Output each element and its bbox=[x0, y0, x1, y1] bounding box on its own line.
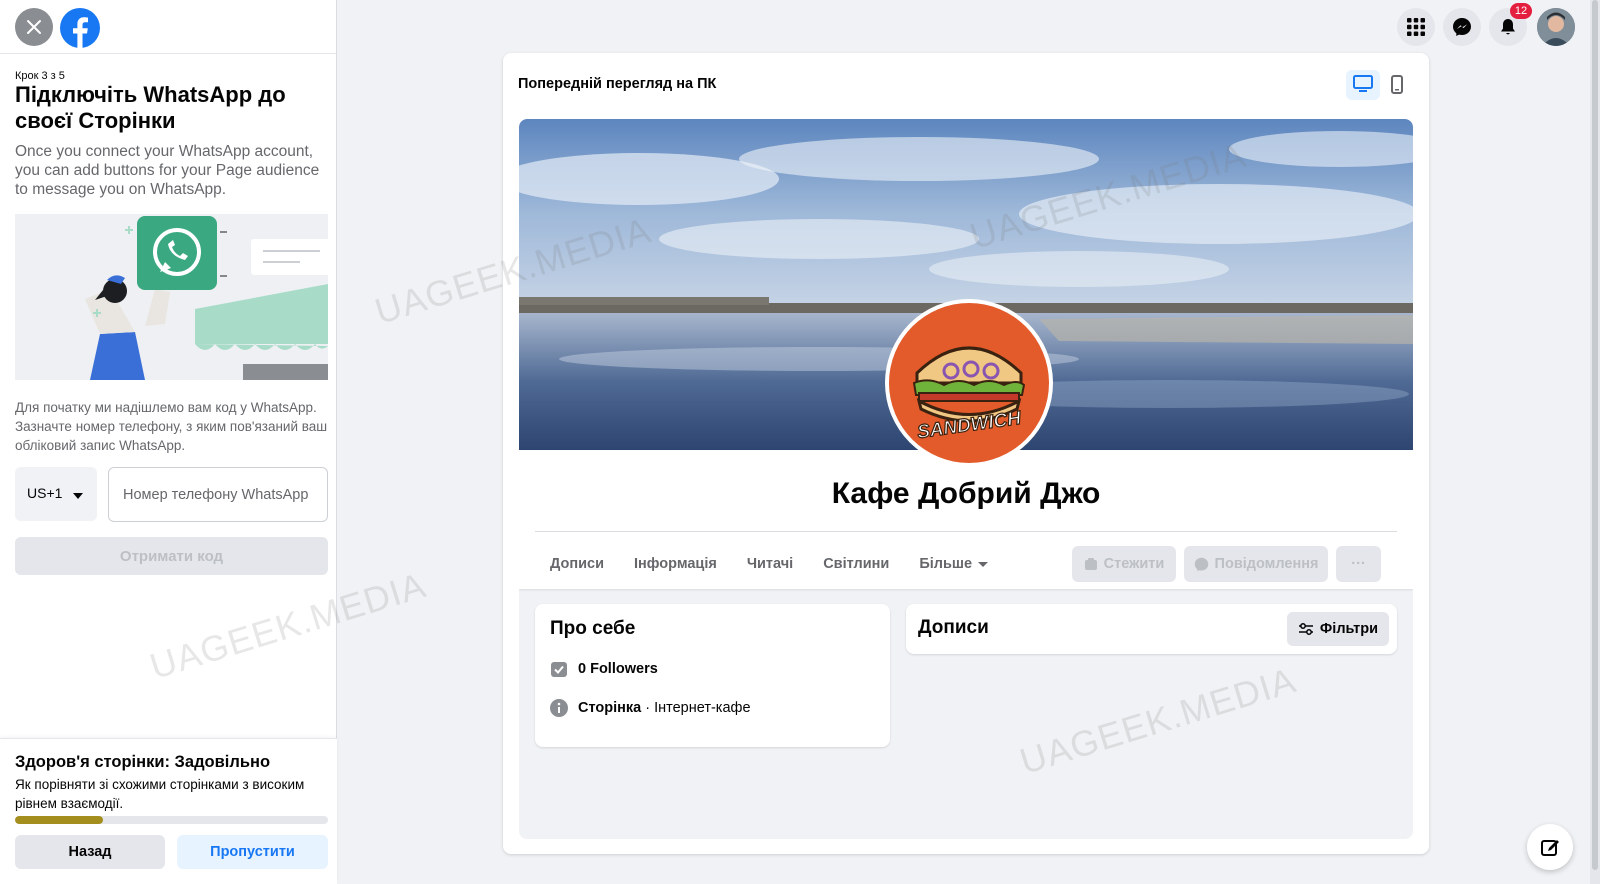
account-avatar[interactable] bbox=[1537, 8, 1575, 46]
phone-number-input[interactable] bbox=[108, 467, 328, 522]
messenger-button[interactable] bbox=[1443, 8, 1481, 46]
mobile-icon bbox=[1391, 75, 1403, 94]
filters-icon bbox=[1298, 623, 1313, 635]
page-health-card: Здоров'я сторінки: Задовільно Як порівня… bbox=[0, 738, 337, 884]
page-health-progress-bar bbox=[15, 816, 328, 824]
tab-followers[interactable]: Читачі bbox=[732, 546, 808, 582]
compose-icon bbox=[1541, 840, 1559, 856]
desktop-preview-toggle[interactable] bbox=[1346, 70, 1380, 100]
mobile-preview-toggle[interactable] bbox=[1381, 70, 1415, 100]
page-tabs: Дописи Інформація Читачі Світлини Більше bbox=[535, 546, 1003, 582]
page-category: · Інтернет-кафе bbox=[641, 700, 751, 716]
followers-count: 0 Followers bbox=[578, 661, 658, 677]
followers-row: 0 Followers bbox=[550, 660, 658, 678]
step-indicator: Крок 3 з 5 bbox=[15, 70, 65, 82]
bell-icon bbox=[1501, 19, 1515, 35]
filters-button[interactable]: Фільтри bbox=[1287, 612, 1389, 646]
facebook-logo-icon[interactable] bbox=[60, 8, 100, 48]
followers-check-icon bbox=[551, 662, 567, 677]
message-button[interactable]: Повідомлення bbox=[1184, 546, 1328, 582]
back-button[interactable]: Назад bbox=[15, 835, 165, 869]
tab-more[interactable]: Більше bbox=[904, 546, 1003, 582]
close-button[interactable] bbox=[15, 8, 53, 46]
phone-instructions: Для початку ми надішлемо вам код у Whats… bbox=[15, 400, 328, 453]
desktop-icon bbox=[1353, 75, 1373, 92]
close-icon bbox=[27, 20, 41, 34]
posts-title: Дописи bbox=[918, 617, 989, 638]
caret-down-icon bbox=[978, 561, 989, 567]
scrollbar-thumb[interactable] bbox=[1592, 0, 1598, 870]
country-code-value: US+1 bbox=[27, 485, 63, 501]
filters-label: Фільтри bbox=[1319, 621, 1379, 637]
page-health-title: Здоров'я сторінки: Задовільно bbox=[15, 753, 271, 771]
about-title: Про себе bbox=[550, 618, 636, 639]
tab-posts[interactable]: Дописи bbox=[535, 546, 619, 582]
follow-button[interactable]: Стежити bbox=[1072, 546, 1176, 582]
country-code-select[interactable]: US+1 bbox=[15, 467, 97, 521]
setup-wizard-panel: Крок 3 з 5 Підключіть WhatsApp до своєї … bbox=[0, 0, 337, 884]
profile-picture[interactable]: SANDWICH bbox=[885, 299, 1053, 467]
follow-icon bbox=[1084, 558, 1097, 570]
messenger-icon bbox=[1453, 18, 1471, 36]
tab-about[interactable]: Інформація bbox=[619, 546, 732, 582]
page-type-label: Сторінка bbox=[578, 700, 642, 716]
about-card: Про себе 0 Followers Сторінка · Інтернет… bbox=[535, 604, 890, 747]
tab-more-label: Більше bbox=[919, 556, 973, 572]
wizard-description: Once you connect your WhatsApp account, … bbox=[15, 143, 320, 198]
page-category-row: Сторінка · Інтернет-кафе bbox=[550, 699, 751, 717]
page-health-progress-fill bbox=[15, 816, 103, 824]
menu-button[interactable] bbox=[1397, 8, 1435, 46]
message-label: Повідомлення bbox=[1214, 556, 1319, 572]
new-message-button[interactable] bbox=[1527, 824, 1573, 870]
get-code-button[interactable]: Отримати код bbox=[15, 537, 328, 575]
posts-card: Дописи Фільтри bbox=[906, 604, 1397, 654]
grid-menu-icon bbox=[1407, 18, 1425, 36]
page-health-description: Як порівняти зі схожими сторінками з вис… bbox=[15, 777, 305, 811]
skip-button[interactable]: Пропустити bbox=[177, 835, 328, 869]
page-name: Кафе Добрий Джо bbox=[831, 477, 1101, 510]
whatsapp-illustration bbox=[15, 214, 328, 380]
page-preview-card: Попередній перегляд на ПК SANDWICH Кафе … bbox=[503, 53, 1429, 854]
wizard-header bbox=[0, 0, 336, 54]
follow-label: Стежити bbox=[1103, 556, 1165, 572]
header-divider bbox=[535, 531, 1397, 532]
wizard-title: Підключіть WhatsApp до своєї Сторінки bbox=[15, 82, 286, 133]
messenger-icon bbox=[1194, 557, 1208, 571]
preview-title: Попередній перегляд на ПК bbox=[518, 76, 717, 92]
tab-photos[interactable]: Світлини bbox=[808, 546, 904, 582]
caret-down-icon bbox=[73, 493, 83, 499]
notification-badge: 12 bbox=[1510, 3, 1532, 19]
more-options-button[interactable]: ··· bbox=[1336, 546, 1381, 582]
info-icon bbox=[550, 699, 568, 717]
facebook-page-preview: SANDWICH Кафе Добрий Джо Дописи Інформац… bbox=[519, 119, 1413, 839]
